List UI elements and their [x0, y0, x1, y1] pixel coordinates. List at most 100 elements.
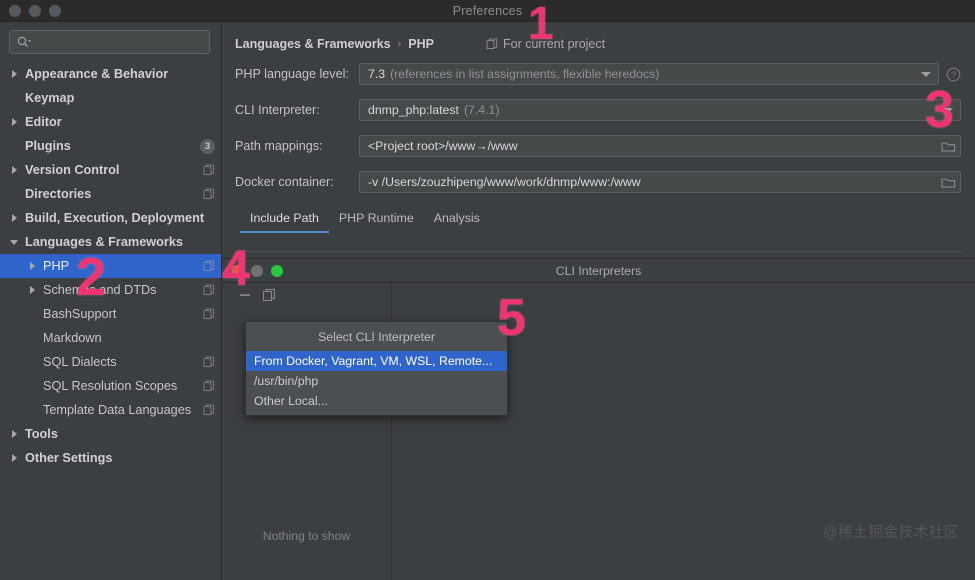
sidebar-item-markdown[interactable]: Markdown [0, 326, 221, 350]
sidebar-item-other-settings[interactable]: Other Settings [0, 446, 221, 470]
sidebar-item-languages-frameworks[interactable]: Languages & Frameworks [0, 230, 221, 254]
minus-icon[interactable] [238, 288, 252, 302]
sidebar-item-sql-resolution-scopes[interactable]: SQL Resolution Scopes [0, 374, 221, 398]
field-path-mappings[interactable]: <Project root>/www→/www [359, 135, 961, 157]
sidebar-item-schemas-and-dtds[interactable]: Schemas and DTDs [0, 278, 221, 302]
settings-tree: Appearance & Behavior Keymap Editor Plugins… [0, 60, 221, 470]
project-scope-icon [203, 404, 215, 415]
chevron-right-icon[interactable] [10, 213, 21, 224]
project-scope-icon [203, 188, 215, 199]
tab-analysis[interactable]: Analysis [424, 211, 490, 233]
sidebar-item-editor[interactable]: Editor [0, 110, 221, 134]
project-scope-icon [486, 38, 498, 49]
chevron-down-icon[interactable] [921, 71, 931, 77]
project-scope-icon [203, 380, 215, 391]
scope-note-label: For current project [502, 37, 606, 51]
interpreter-list-toolbar [222, 283, 391, 307]
sidebar-item-directories[interactable]: Directories [0, 182, 221, 206]
sidebar-item-label: PHP [43, 259, 70, 273]
preferences-window: Preferences Appearance & Behavior Keymap E… [0, 0, 975, 580]
field-value: dnmp_php:latest [368, 103, 459, 117]
sidebar-item-label: Plugins [25, 139, 71, 153]
php-settings-form: PHP language level: 7.3 (references in lis… [222, 51, 975, 193]
sidebar-item-tools[interactable]: Tools [0, 422, 221, 446]
field-value-hint: (references in list assignments, flexibl… [390, 67, 660, 81]
sidebar-item-version-control[interactable]: Version Control [0, 158, 221, 182]
scope-note: For current project [486, 37, 605, 51]
field-value: <Project root>/www→/www [368, 139, 518, 153]
dialog-title: CLI Interpreters [555, 263, 642, 278]
sidebar-item-label: Build, Execution, Deployment [25, 211, 205, 225]
sidebar-item-label: Template Data Languages [43, 403, 192, 417]
select-cli-interpreter-popup: Select CLI Interpreter From Docker, Vagr… [245, 321, 508, 416]
breadcrumb-separator: › [397, 38, 402, 50]
chevron-down-icon[interactable] [943, 107, 953, 113]
sidebar-item-bashsupport[interactable]: BashSupport [0, 302, 221, 326]
sidebar-item-template-data-languages[interactable]: Template Data Languages [0, 398, 221, 422]
tabs-divider [235, 251, 961, 252]
field-php-language-level[interactable]: 7.3 (references in list assignments, flex… [359, 63, 939, 85]
folder-icon[interactable] [941, 176, 956, 189]
sidebar-item-label: Editor [25, 115, 62, 129]
sidebar-item-label: Other Settings [25, 451, 113, 465]
chevron-down-icon[interactable] [10, 237, 21, 248]
sidebar-item-label: Version Control [25, 163, 120, 177]
folder-icon[interactable] [941, 140, 956, 153]
copy-icon[interactable] [262, 288, 276, 302]
dialog-body: Nothing to show Select CLI Interpreter F… [222, 283, 975, 580]
sidebar-item-label: Languages & Frameworks [25, 235, 183, 249]
popup-menu-item[interactable]: /usr/bin/php [246, 371, 507, 391]
search-input[interactable] [32, 35, 203, 49]
search-box[interactable] [9, 30, 210, 54]
sidebar-item-label: Markdown [43, 331, 102, 345]
project-scope-icon [203, 284, 215, 295]
main-panel: Languages & Frameworks › PHP For current… [222, 22, 975, 580]
sidebar-item-php[interactable]: PHP [0, 254, 221, 278]
field-label-docker-container: Docker container: [235, 175, 334, 189]
field-label-cli-interpreter: CLI Interpreter: [235, 103, 320, 117]
chevron-right-icon[interactable] [28, 285, 39, 296]
chevron-right-icon[interactable] [10, 69, 21, 80]
tab-include-path[interactable]: Include Path [240, 211, 329, 233]
sidebar-item-keymap[interactable]: Keymap [0, 86, 221, 110]
field-label-path-mappings: Path mappings: [235, 139, 323, 153]
svg-text:?: ? [951, 70, 956, 80]
popup-menu-item[interactable]: From Docker, Vagrant, VM, WSL, Remote... [246, 351, 507, 371]
popup-menu-item[interactable]: Other Local... [246, 391, 507, 411]
search-icon [17, 36, 32, 47]
interpreter-list-pane: Nothing to show Select CLI Interpreter F… [222, 283, 508, 580]
breadcrumb-leaf: PHP [408, 37, 434, 51]
help-icon[interactable]: ? [946, 67, 961, 82]
field-value-hint: (7.4.1) [463, 103, 500, 117]
chevron-right-icon[interactable] [10, 165, 21, 176]
project-scope-icon [203, 260, 215, 271]
sidebar-item-build-execution-deployment[interactable]: Build, Execution, Deployment [0, 206, 221, 230]
sidebar-item-sql-dialects[interactable]: SQL Dialects [0, 350, 221, 374]
chevron-right-icon[interactable] [10, 429, 21, 440]
project-scope-icon [203, 356, 215, 367]
sidebar-item-plugins[interactable]: Plugins 3 [0, 134, 221, 158]
sidebar-item-label: Directories [25, 187, 92, 201]
sidebar-item-label: BashSupport [43, 307, 117, 321]
sidebar-item-label: SQL Resolution Scopes [43, 379, 178, 393]
window-title: Preferences [452, 3, 523, 18]
breadcrumb-root[interactable]: Languages & Frameworks [235, 37, 391, 51]
sidebar-item-appearance-behavior[interactable]: Appearance & Behavior [0, 62, 221, 86]
field-value: 7.3 [368, 67, 386, 81]
chevron-right-icon[interactable] [28, 261, 39, 272]
tab-php-runtime[interactable]: PHP Runtime [329, 211, 424, 233]
watermark: @稀土掘金技术社区 [822, 525, 959, 541]
chevron-right-icon[interactable] [10, 453, 21, 464]
field-docker-container[interactable]: -v /Users/zouzhipeng/www/work/dnmp/www:/… [359, 171, 961, 193]
plugins-update-badge: 3 [200, 138, 215, 154]
chevron-right-icon[interactable] [10, 117, 21, 128]
field-cli-interpreter[interactable]: dnmp_php:latest (7.4.1) [359, 99, 961, 121]
